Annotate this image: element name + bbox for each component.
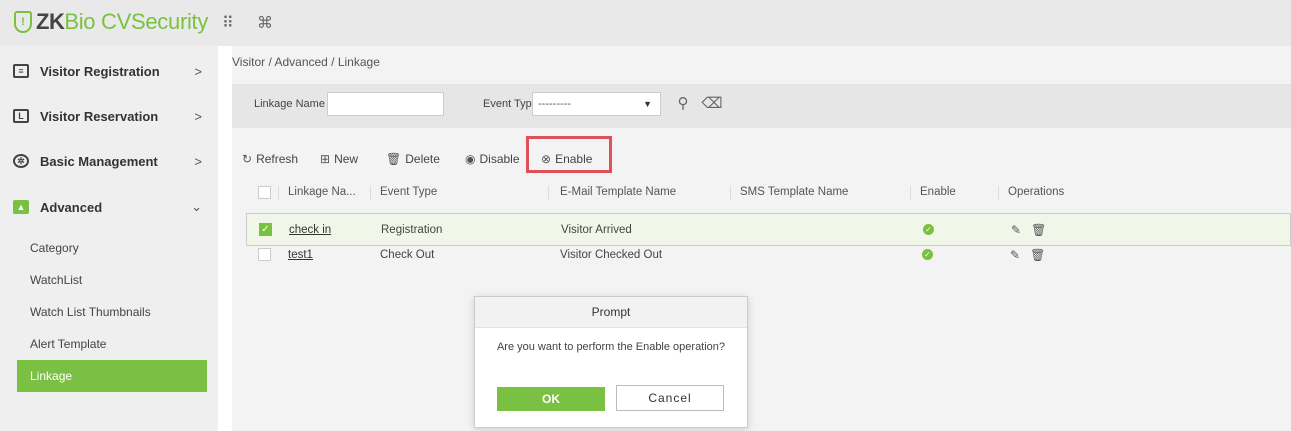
- refresh-label: Refresh: [256, 152, 299, 166]
- row-checkbox[interactable]: [258, 248, 271, 261]
- column-header[interactable]: E-Mail Template Name: [560, 179, 676, 205]
- linkage-table: Linkage Na... Event Type E-Mail Template…: [246, 179, 1291, 271]
- logo-zk-text: ZK: [36, 9, 65, 34]
- menu-label: Visitor Registration: [40, 63, 160, 79]
- reservation-icon: L: [13, 109, 29, 123]
- disable-icon: ◉: [465, 152, 476, 166]
- row-checkbox[interactable]: ✓: [259, 223, 272, 236]
- search-icon[interactable]: ⚲: [671, 92, 695, 116]
- select-all-checkbox[interactable]: [258, 185, 271, 199]
- refresh-button[interactable]: ↻ Refresh: [242, 152, 298, 166]
- sub-item-alert-template[interactable]: Alert Template: [0, 328, 218, 360]
- table-header: Linkage Na... Event Type E-Mail Template…: [246, 179, 1291, 205]
- sub-item-category[interactable]: Category: [0, 232, 218, 264]
- shield-logo-icon: !: [14, 11, 32, 33]
- disable-label: Disable: [479, 152, 520, 166]
- dialog-title: Prompt: [475, 297, 747, 328]
- menu-label: Visitor Reservation: [40, 108, 159, 124]
- menu-visitor-registration[interactable]: ≡ Visitor Registration >: [0, 48, 218, 94]
- command-icon[interactable]: ⌘: [257, 13, 273, 33]
- ok-button[interactable]: OK: [497, 387, 605, 411]
- top-header: ! ZK Bio CVSecurity ⠿ ⌘: [0, 0, 1291, 46]
- logo-product-text: Bio CVSecurity: [64, 9, 209, 34]
- sub-item-watchlist[interactable]: WatchList: [0, 264, 218, 296]
- new-icon: ⊞: [320, 152, 331, 166]
- sidebar: ≡ Visitor Registration > L Visitor Reser…: [0, 46, 218, 431]
- menu-basic-management[interactable]: ✲ Basic Management >: [0, 138, 218, 184]
- trash-icon: 🗑: [386, 152, 402, 166]
- delete-button[interactable]: 🗑 Delete: [386, 152, 440, 166]
- menu-label: Basic Management: [40, 153, 158, 169]
- advanced-icon: ▲: [13, 200, 29, 214]
- menu-label: Advanced: [40, 199, 103, 215]
- linkage-name-label: Linkage Name: [254, 98, 325, 110]
- chevron-right-icon: >: [194, 108, 202, 124]
- event-type-cell: Check Out: [380, 248, 435, 261]
- enabled-check-icon: ✓: [922, 249, 933, 260]
- breadcrumb: Visitor / Advanced / Linkage: [232, 55, 380, 69]
- column-header[interactable]: SMS Template Name: [740, 179, 848, 205]
- trash-icon[interactable]: 🗑: [1030, 248, 1045, 262]
- chevron-right-icon: >: [194, 63, 202, 79]
- sub-item-watch-list-thumbnails[interactable]: Watch List Thumbnails: [0, 296, 218, 328]
- main-content: Visitor / Advanced / Linkage Linkage Nam…: [232, 46, 1291, 431]
- menu-advanced[interactable]: ▲ Advanced ⌄: [0, 184, 218, 230]
- search-panel: Linkage Name Event Type --------- ▼ ⚲ ⌫: [232, 84, 1291, 128]
- chevron-down-icon: ⌄: [191, 199, 202, 214]
- toolbar: ↻ Refresh ⊞ New 🗑 Delete ◉ Disable ⊗ Ena…: [232, 142, 1291, 178]
- disable-button[interactable]: ◉ Disable: [465, 152, 520, 166]
- new-button[interactable]: ⊞ New: [320, 152, 358, 166]
- menu-visitor-reservation[interactable]: L Visitor Reservation >: [0, 93, 218, 139]
- new-label: New: [334, 152, 359, 166]
- clear-eraser-icon[interactable]: ⌫: [700, 92, 724, 116]
- grid-icon[interactable]: ⠿: [222, 13, 234, 33]
- cancel-button[interactable]: Cancel: [616, 385, 724, 411]
- dialog-message: Are you want to perform the Enable opera…: [496, 341, 726, 353]
- event-type-value: ---------: [538, 98, 571, 110]
- enabled-check-icon: ✓: [923, 224, 934, 235]
- column-header[interactable]: Linkage Na...: [288, 179, 356, 205]
- linkage-name-input[interactable]: [327, 92, 444, 116]
- prompt-dialog: Prompt Are you want to perform the Enabl…: [474, 296, 748, 428]
- event-type-select[interactable]: --------- ▼: [532, 92, 661, 116]
- sub-item-linkage[interactable]: Linkage: [17, 360, 207, 392]
- table-row[interactable]: test1 Check Out Visitor Checked Out ✓ ✎ …: [246, 238, 1291, 271]
- email-template-cell: Visitor Checked Out: [560, 248, 663, 261]
- linkage-name-link[interactable]: test1: [288, 249, 313, 261]
- dropdown-arrow-icon: ▼: [643, 99, 652, 109]
- column-header[interactable]: Event Type: [380, 179, 437, 205]
- event-type-label: Event Type: [483, 98, 538, 110]
- enable-highlight-box: [526, 136, 612, 173]
- chevron-right-icon: >: [194, 153, 202, 169]
- delete-label: Delete: [405, 152, 440, 166]
- edit-icon[interactable]: ✎: [1010, 248, 1020, 262]
- column-header: Operations: [1008, 186, 1065, 198]
- refresh-icon: ↻: [242, 152, 253, 166]
- registration-icon: ≡: [13, 64, 29, 78]
- app-logo: ! ZK Bio CVSecurity: [14, 9, 208, 35]
- gears-icon: ✲: [13, 154, 29, 168]
- column-header[interactable]: Enable: [920, 179, 956, 205]
